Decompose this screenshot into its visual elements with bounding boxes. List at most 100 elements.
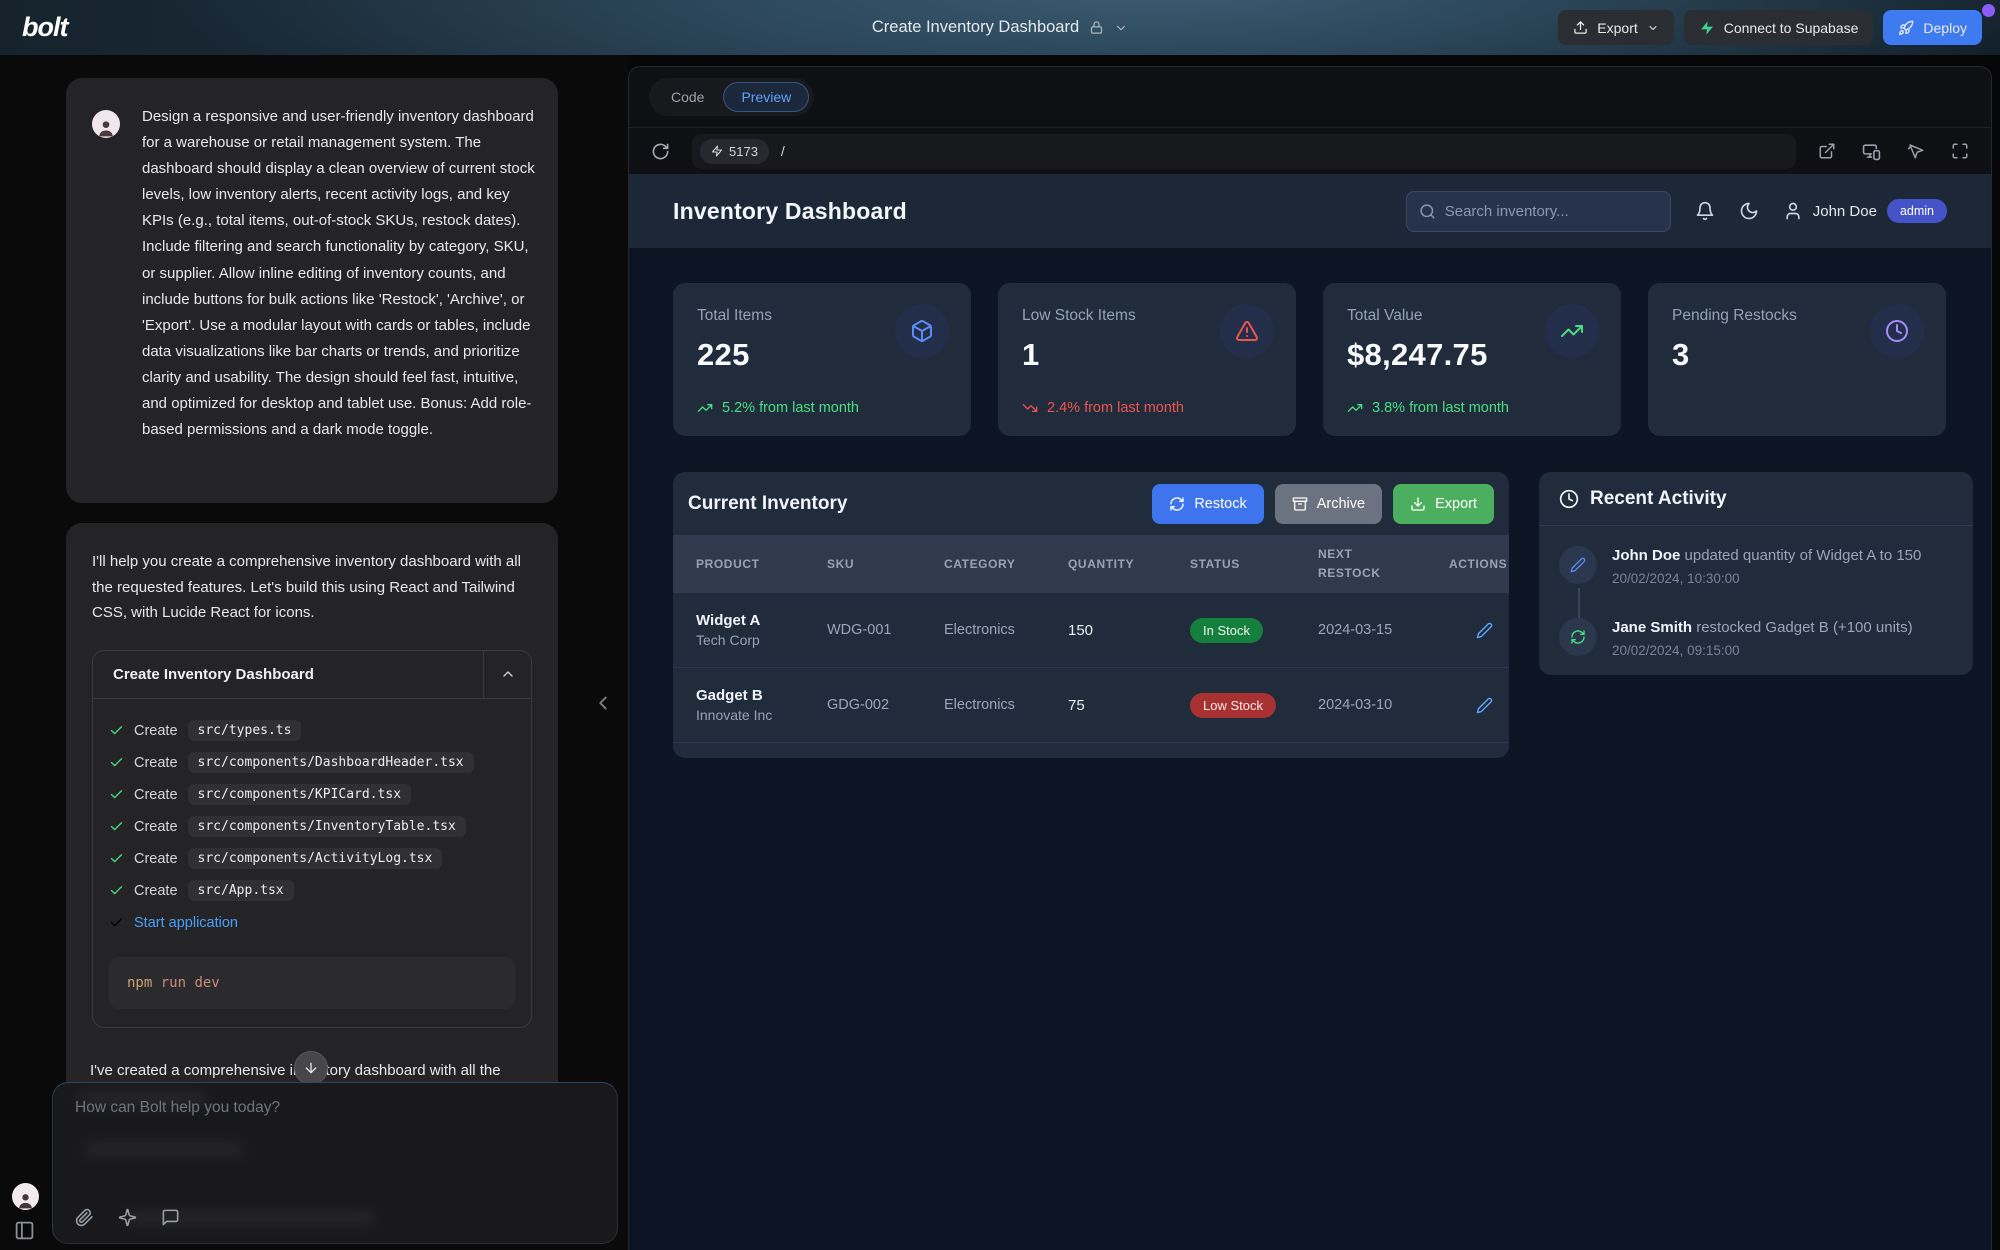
start-application-row: Start application (109, 907, 515, 939)
file-path[interactable]: src/App.tsx (188, 880, 294, 901)
export-button[interactable]: Export (1558, 10, 1673, 45)
sidebar-toggle-icon[interactable] (14, 1220, 35, 1241)
dashboard-header: Inventory Dashboard John Doe admin (629, 174, 1991, 248)
file-path[interactable]: src/components/InventoryTable.tsx (188, 816, 466, 837)
start-application-link[interactable]: Start application (134, 915, 238, 931)
quantity-cell: 75 (1068, 697, 1190, 714)
account-avatar[interactable] (12, 1183, 39, 1210)
collapse-chat-chevron-left-icon[interactable] (592, 692, 614, 714)
check-icon (109, 851, 124, 866)
enhance-prompt-icon[interactable] (118, 1208, 137, 1227)
open-external-icon[interactable] (1818, 142, 1836, 161)
clock-icon (1559, 489, 1579, 509)
search-input[interactable] (1445, 203, 1645, 220)
activity-item: John Doe updated quantity of Widget A to… (1559, 546, 1959, 586)
restock-label: Restock (1194, 496, 1246, 512)
file-action: Create (134, 819, 178, 835)
column-header-actions: ACTIONS (1449, 557, 1507, 571)
artifact-header: Create Inventory Dashboard (93, 651, 531, 699)
category-cell: Electronics (944, 697, 1068, 713)
clock-icon (1870, 304, 1924, 358)
archive-button[interactable]: Archive (1275, 484, 1382, 524)
edit-pencil-icon[interactable] (1476, 697, 1493, 714)
deploy-button[interactable]: Deploy (1883, 10, 1982, 45)
tab-code[interactable]: Code (654, 82, 721, 112)
package-icon (895, 304, 949, 358)
user-menu[interactable]: John Doe admin (1783, 199, 1947, 223)
trend-down-icon (1022, 400, 1038, 416)
activity-item: Jane Smith restocked Gadget B (+100 unit… (1559, 618, 1959, 658)
user-name: John Doe (1813, 203, 1877, 220)
check-icon (109, 755, 124, 770)
notification-dot (1982, 4, 1995, 17)
next-restock-cell: 2024-03-15 (1318, 622, 1449, 638)
search-icon (1419, 203, 1436, 220)
pencil-icon (1559, 546, 1597, 584)
artifact-collapse-button[interactable] (483, 651, 531, 698)
bell-icon[interactable] (1695, 201, 1715, 221)
archive-icon (1292, 496, 1308, 512)
kpi-trend-text: 3.8% from last month (1372, 400, 1509, 416)
activity-text: John Doe updated quantity of Widget A to… (1612, 546, 1921, 586)
port-pill[interactable]: 5173 (700, 139, 769, 164)
file-path[interactable]: src/components/DashboardHeader.tsx (188, 752, 474, 773)
activity-header: Recent Activity (1539, 472, 1973, 526)
inventory-panel-header: Current Inventory Restock Archive Export (673, 472, 1509, 535)
tab-preview[interactable]: Preview (723, 82, 809, 112)
top-bar: bolt Create Inventory Dashboard Export C… (0, 0, 2000, 55)
port-number: 5173 (729, 144, 758, 159)
export-csv-button[interactable]: Export (1393, 484, 1494, 524)
user-avatar (92, 110, 120, 138)
preview-url-bar: 5173 / (629, 127, 1991, 174)
inspector-pointer-icon[interactable] (1907, 142, 1925, 161)
chat-mode-icon[interactable] (161, 1208, 180, 1227)
lock-icon (1089, 20, 1104, 35)
quantity-cell: 150 (1068, 622, 1190, 639)
input-toolbar (75, 1208, 180, 1227)
file-path[interactable]: src/components/ActivityLog.tsx (188, 848, 443, 869)
artifact-title: Create Inventory Dashboard (93, 651, 483, 698)
activity-title: Recent Activity (1590, 488, 1727, 510)
deploy-label: Deploy (1923, 20, 1967, 36)
sku-cell: WDG-001 (827, 622, 944, 638)
activity-timestamp: 20/02/2024, 10:30:00 (1612, 571, 1921, 586)
dashboard-header-actions: John Doe admin (1406, 191, 1947, 232)
chevron-down-icon (1647, 22, 1659, 34)
file-path[interactable]: src/components/KPICard.tsx (188, 784, 412, 805)
responsive-devices-icon[interactable] (1862, 142, 1881, 161)
url-input[interactable]: 5173 / (692, 134, 1796, 169)
kpi-trend: 5.2% from last month (697, 400, 859, 416)
status-badge: Low Stock (1190, 693, 1276, 718)
inventory-table-header: PRODUCT SKU CATEGORY QUANTITY STATUS NEX… (673, 535, 1509, 593)
inventory-search[interactable] (1406, 191, 1671, 232)
kpi-trend-text: 5.2% from last month (722, 400, 859, 416)
connect-supabase-button[interactable]: Connect to Supabase (1684, 10, 1874, 45)
role-badge: admin (1887, 199, 1947, 223)
reload-icon[interactable] (651, 142, 670, 161)
next-restock-cell: 2024-03-10 (1318, 697, 1449, 713)
file-path[interactable]: src/types.ts (188, 720, 302, 741)
assistant-intro-text: I'll help you create a comprehensive inv… (92, 549, 532, 626)
scroll-to-bottom-button[interactable] (294, 1051, 328, 1085)
chat-input-box[interactable] (52, 1082, 618, 1244)
chat-message-input[interactable] (75, 1099, 585, 1179)
table-row: Widget A Tech Corp WDG-001 Electronics 1… (673, 593, 1509, 668)
product-cell: Widget A Tech Corp (696, 612, 827, 648)
project-title: Create Inventory Dashboard (872, 18, 1079, 37)
fullscreen-icon[interactable] (1951, 142, 1969, 161)
inventory-title: Current Inventory (688, 493, 847, 515)
product-supplier: Innovate Inc (696, 707, 827, 723)
file-action: Create (134, 755, 178, 771)
edit-pencil-icon[interactable] (1476, 622, 1493, 639)
topbar-actions: Export Connect to Supabase Deploy (1558, 10, 1982, 45)
status-cell: In Stock (1190, 618, 1318, 643)
column-header-quantity: QUANTITY (1068, 557, 1190, 571)
restock-button[interactable]: Restock (1152, 484, 1263, 524)
user-message-text: Design a responsive and user-friendly in… (142, 104, 536, 443)
table-row: Gadget B Innovate Inc GDG-002 Electronic… (673, 668, 1509, 743)
rocket-icon (1898, 20, 1914, 36)
dark-mode-moon-icon[interactable] (1739, 201, 1759, 221)
chevron-down-icon[interactable] (1114, 21, 1128, 35)
attach-file-icon[interactable] (75, 1208, 94, 1227)
sku-cell: GDG-002 (827, 697, 944, 713)
